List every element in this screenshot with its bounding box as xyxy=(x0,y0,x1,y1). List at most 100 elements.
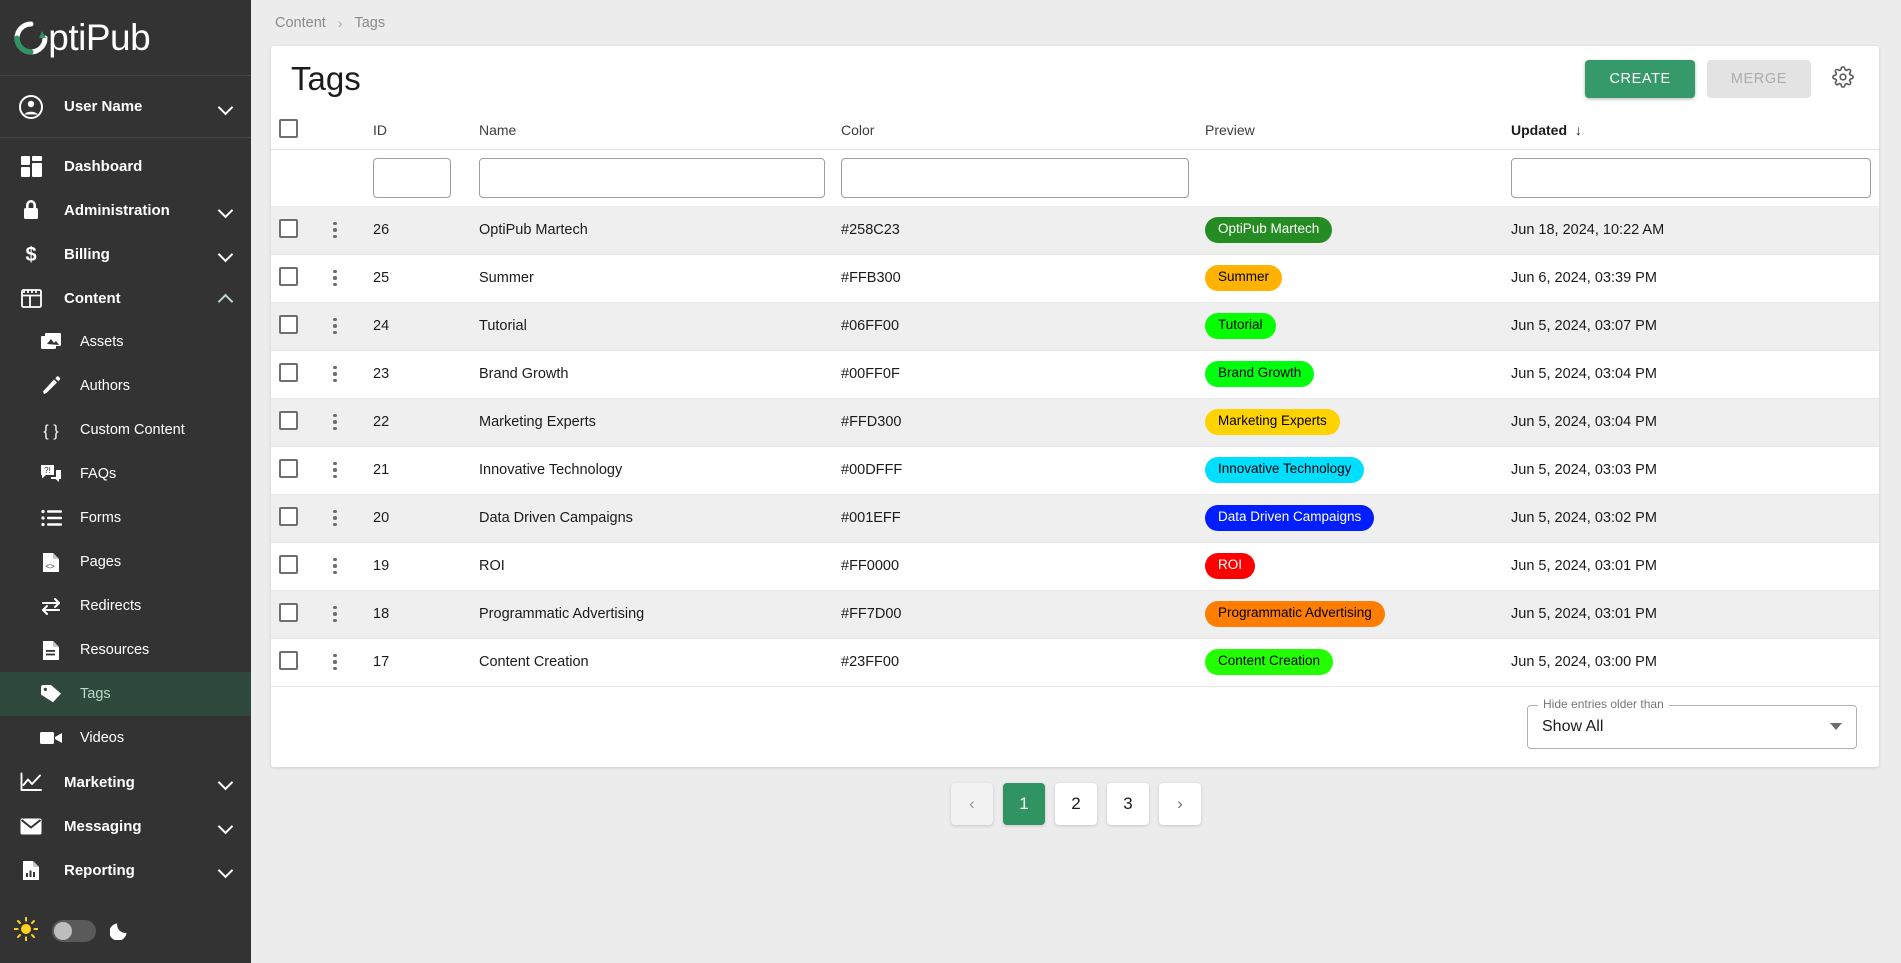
row-checkbox[interactable] xyxy=(279,506,298,526)
pagination-page-button[interactable]: 2 xyxy=(1055,782,1097,825)
sidebar-item-resources[interactable]: Resources xyxy=(0,628,251,672)
column-header-color[interactable]: Color xyxy=(833,111,1197,150)
sidebar-item-assets[interactable]: Assets xyxy=(0,320,251,364)
row-checkbox[interactable] xyxy=(279,362,298,382)
tag-chip: Data Driven Campaigns xyxy=(1205,505,1375,531)
row-id[interactable]: 17 xyxy=(365,638,471,687)
column-header-preview[interactable]: Preview xyxy=(1197,111,1503,150)
table-row[interactable]: 25 Summer #FFB300 Summer Jun 6, 2024, 03:39 … xyxy=(271,254,1879,303)
faq-bubble-icon: ?! xyxy=(36,464,66,484)
row-actions-menu-icon[interactable] xyxy=(325,363,345,385)
row-checkbox[interactable] xyxy=(279,218,298,238)
table-row[interactable]: 21 Innovative Technology #00DFFF Innovative… xyxy=(271,446,1879,495)
row-checkbox[interactable] xyxy=(279,554,298,574)
row-updated: Jun 5, 2024, 03:04 PM xyxy=(1503,398,1879,447)
table-row[interactable]: 18 Programmatic Advertising #FF7D00 Program… xyxy=(271,590,1879,639)
sidebar-item-videos[interactable]: Videos xyxy=(0,716,251,760)
sidebar-item-marketing[interactable]: Marketing xyxy=(0,760,251,804)
column-header-updated[interactable]: Updated ↓ xyxy=(1503,111,1879,150)
sidebar-item-dashboard[interactable]: Dashboard xyxy=(0,144,251,188)
row-checkbox[interactable] xyxy=(279,266,298,286)
filter-input-name[interactable] xyxy=(479,157,825,198)
table-row[interactable]: 23 Brand Growth #00FF0F Brand Growth Jun 5, … xyxy=(271,350,1879,399)
sidebar-item-faqs[interactable]: ?! FAQs xyxy=(0,452,251,496)
row-checkbox[interactable] xyxy=(279,314,298,334)
chevron-up-icon xyxy=(219,291,233,305)
row-actions-menu-icon[interactable] xyxy=(325,411,345,433)
sidebar-item-redirects[interactable]: Redirects xyxy=(0,584,251,628)
row-id[interactable]: 22 xyxy=(365,398,471,447)
sidebar-item-custom-content[interactable]: { } Custom Content xyxy=(0,408,251,452)
row-actions-menu-icon[interactable] xyxy=(325,219,345,241)
table-row[interactable]: 24 Tutorial #06FF00 Tutorial Jun 5, 2024, 03… xyxy=(271,302,1879,351)
row-actions-menu-icon[interactable] xyxy=(325,603,345,625)
pagination-prev-button[interactable]: ‹ xyxy=(951,782,993,825)
row-actions-menu-icon[interactable] xyxy=(325,315,345,337)
row-checkbox[interactable] xyxy=(279,602,298,622)
row-updated: Jun 5, 2024, 03:01 PM xyxy=(1503,590,1879,639)
row-color: #00DFFF xyxy=(833,446,1197,495)
theme-toggle-switch[interactable] xyxy=(52,920,96,942)
select-all-checkbox[interactable] xyxy=(279,118,298,138)
table-row[interactable]: 19 ROI #FF0000 ROI Jun 5, 2024, 03:01 PM xyxy=(271,542,1879,591)
sidebar-item-reporting[interactable]: Reporting xyxy=(0,848,251,892)
age-filter[interactable]: Show All Hide entries older than xyxy=(1527,696,1857,749)
sidebar-item-authors[interactable]: Authors xyxy=(0,364,251,408)
row-actions-menu-icon[interactable] xyxy=(325,555,345,577)
sidebar-item-tags[interactable]: Tags xyxy=(0,672,251,716)
row-select-cell xyxy=(271,206,317,255)
tag-chip: Innovative Technology xyxy=(1205,457,1365,483)
row-id[interactable]: 19 xyxy=(365,542,471,591)
sidebar-item-content[interactable]: Content xyxy=(0,276,251,320)
row-actions-menu-icon[interactable] xyxy=(325,651,345,673)
lock-icon xyxy=(14,199,48,221)
breadcrumb-item-content[interactable]: Content xyxy=(275,15,326,31)
sidebar-item-forms[interactable]: Forms xyxy=(0,496,251,540)
row-id[interactable]: 23 xyxy=(365,350,471,399)
settings-button[interactable] xyxy=(1825,61,1861,97)
table-row[interactable]: 17 Content Creation #23FF00 Content Creatio… xyxy=(271,638,1879,687)
sidebar-item-messaging[interactable]: Messaging xyxy=(0,804,251,848)
row-id[interactable]: 25 xyxy=(365,254,471,303)
breadcrumb-item-tags[interactable]: Tags xyxy=(354,15,385,31)
row-actions-menu-icon[interactable] xyxy=(325,459,345,481)
row-preview-cell: ROI xyxy=(1197,542,1503,591)
row-id[interactable]: 24 xyxy=(365,302,471,351)
row-color: #FF0000 xyxy=(833,542,1197,591)
sidebar-user-menu[interactable]: User Name xyxy=(0,76,251,138)
filter-input-updated[interactable] xyxy=(1511,157,1871,198)
row-checkbox[interactable] xyxy=(279,650,298,670)
row-id[interactable]: 21 xyxy=(365,446,471,495)
dashboard-icon xyxy=(14,155,48,177)
row-actions-menu-icon[interactable] xyxy=(325,267,345,289)
moon-icon[interactable] xyxy=(109,918,132,945)
page-code-icon: <> xyxy=(36,552,66,573)
row-color: #FF7D00 xyxy=(833,590,1197,639)
brand-logo[interactable]: OOptiPubptiPub xyxy=(0,0,251,76)
filter-cell-color xyxy=(833,149,1197,207)
row-id[interactable]: 18 xyxy=(365,590,471,639)
filter-input-color[interactable] xyxy=(841,157,1189,198)
sun-icon[interactable] xyxy=(13,916,39,946)
pagination-page-button[interactable]: 3 xyxy=(1107,782,1149,825)
row-checkbox[interactable] xyxy=(279,410,298,430)
video-camera-icon xyxy=(36,730,66,746)
sidebar-item-pages[interactable]: <> Pages xyxy=(0,540,251,584)
age-filter-select[interactable]: Show All xyxy=(1527,704,1857,749)
svg-text:?!: ?! xyxy=(44,466,51,475)
row-id[interactable]: 26 xyxy=(365,206,471,255)
table-row[interactable]: 20 Data Driven Campaigns #001EFF Data Drive… xyxy=(271,494,1879,543)
column-header-id[interactable]: ID xyxy=(365,111,471,150)
row-checkbox[interactable] xyxy=(279,458,298,478)
column-header-name[interactable]: Name xyxy=(471,111,833,150)
row-actions-menu-icon[interactable] xyxy=(325,507,345,529)
create-button[interactable]: CREATE xyxy=(1585,59,1695,98)
pagination-next-button[interactable]: › xyxy=(1159,782,1201,825)
row-id[interactable]: 20 xyxy=(365,494,471,543)
sidebar-item-administration[interactable]: Administration xyxy=(0,188,251,232)
pagination-page-button[interactable]: 1 xyxy=(1003,782,1045,825)
table-row[interactable]: 26 OptiPub Martech #258C23 OptiPub Martech J… xyxy=(271,206,1879,255)
table-row[interactable]: 22 Marketing Experts #FFD300 Marketing Expe… xyxy=(271,398,1879,447)
sidebar-item-billing[interactable]: $ Billing xyxy=(0,232,251,276)
filter-input-id[interactable] xyxy=(373,157,451,198)
